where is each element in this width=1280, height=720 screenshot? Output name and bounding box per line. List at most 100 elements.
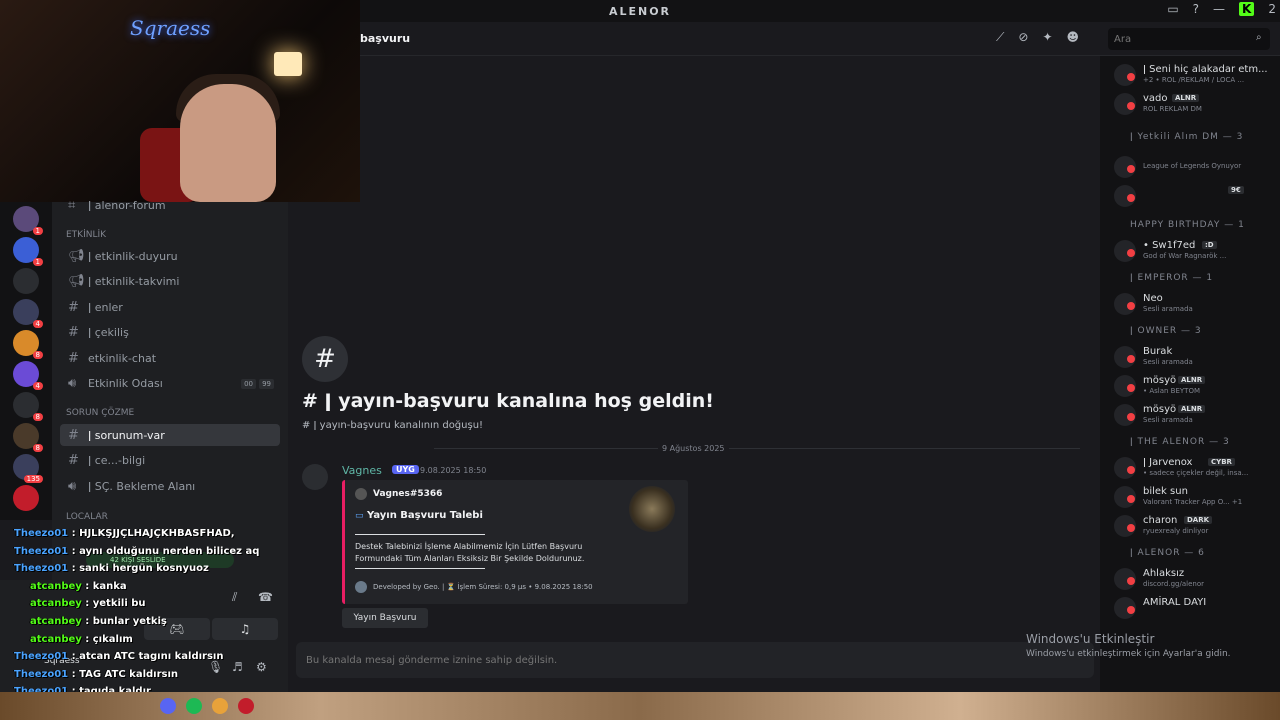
help-icon[interactable]: ? [1193,2,1199,16]
chat-message: Theezo01 : sanki hergün kosnyuoz [14,563,209,578]
channel-item[interactable]: # ǀ ce...-bilgi [60,450,280,472]
member-name: mösyö [1143,404,1177,415]
member-item[interactable]: Neo Sesli aramada [1114,293,1276,317]
channel-label: ǀ alenor-forum [88,198,166,212]
streamer-face [180,84,276,202]
main-content: başvuru ⟋ ⊘ ✦ ☻ ⌕ # # ǀ yayın-başvuru ka… [288,22,1280,692]
message-embed: Vagnes#5366 ▭ Yayın Başvuru Talebi Deste… [342,480,688,604]
unread-badge: 4 [32,382,43,390]
member-item[interactable]: 9€ [1114,185,1276,209]
channel-forum[interactable]: ⌗ ǀ alenor-forum [60,194,280,216]
category-etkinlik[interactable]: ETKİNLİK [66,230,106,240]
kick-logo-icon: K [1239,2,1255,16]
chat-message: Theezo01 : atcan ATC tagını kaldırsın [14,651,223,666]
member-name: charon [1143,515,1178,526]
channel-label: ǀ etkinlik-duyuru [88,249,178,263]
server-icon[interactable]: 4 [13,299,43,328]
member-item[interactable]: mösyö ALNR • Aslan BEYTOM [1114,375,1276,399]
member-item[interactable]: bilek sun Valorant Tracker App O... +1 [1114,486,1276,510]
member-item[interactable]: League of Legends Oynuyor [1114,156,1276,180]
member-item[interactable]: ǀ Seni hiç alakadar etm... +2 • ROL /REKL… [1114,64,1276,88]
embed-footer: Developed by Geo. | ⏳ İşlem Süresi: 0,9 … [373,583,593,591]
member-item[interactable]: • Sw1f7ed:D God of War Ragnarök ... [1114,240,1276,264]
app-icon[interactable] [160,698,176,714]
channel-header: başvuru ⟋ ⊘ ✦ ☻ ⌕ [288,22,1280,56]
server-icon[interactable]: 8 [13,423,43,452]
server-icon[interactable]: 4 [13,361,43,390]
unread-badge: 8 [32,351,43,359]
member-item[interactable]: vado ALNR ROL REKLAM DM [1114,93,1276,117]
hash-icon: # [68,350,79,366]
windows-activation-title: Windows'u Etkinleştir [1026,632,1155,646]
channel-hash-icon: # [302,336,348,382]
channel-item[interactable]: 🔊︎ ǀ SÇ. Bekleme Alanı [60,475,280,497]
search-icon[interactable]: ⌕ [1256,32,1262,43]
status-dot [1127,102,1135,110]
member-item[interactable]: charon DARK ryuexrealy dinliyor [1114,515,1276,539]
member-category: HAPPY BIRTHDAY — 1 [1130,220,1245,230]
member-tag: :D [1202,241,1217,249]
voice-count: 99 [259,378,274,389]
titlebar-controls: ▭ ? — K 2 [1167,2,1276,16]
chat-text: : kanka [81,580,127,592]
channel-label: Etkinlik Odası [88,377,163,390]
member-name: bilek sun [1143,486,1188,497]
member-tag: ALNR [1178,405,1206,413]
channel-item[interactable]: # ǀ enler [60,296,280,318]
status-dot [1127,355,1135,363]
app-badge: UYG [392,465,419,474]
unread-badge: 1 [32,258,43,266]
status-dot [1127,413,1135,421]
server-icon[interactable] [13,268,39,294]
channel-item[interactable]: 📢︎ ǀ etkinlik-duyuru [60,245,280,267]
chat-text: : atcan ATC tagını kaldırsın [68,651,224,663]
welcome-title: # ǀ yayın-başvuru kanalına hoş geldin! [302,390,714,412]
windows-activation-text: Windows'u etkinleştirmek için Ayarlar'a … [1026,649,1231,659]
app-icon[interactable] [212,698,228,714]
member-activity: ryuexrealy dinliyor [1143,527,1209,535]
server-icon[interactable]: 1 [13,237,43,266]
app-icon[interactable] [238,698,254,714]
hash-icon: # [68,427,79,443]
pin-icon[interactable]: ✦ [1042,30,1052,45]
server-icon[interactable]: 8 [13,330,43,359]
member-item[interactable]: Burak Sesli aramada [1114,346,1276,370]
members-icon[interactable]: ☻ [1067,30,1080,45]
channel-item[interactable]: # etkinlik-chat [60,347,280,369]
channel-item[interactable]: # ǀ sorunum-var [60,424,280,446]
server-icon[interactable]: 1 [13,206,43,235]
channel-item[interactable]: 📢︎ ǀ etkinlik-takvimi [60,271,280,293]
apply-button[interactable]: Yayın Başvuru [342,608,428,628]
avatar[interactable] [302,464,328,490]
server-icon[interactable]: 8 [13,392,43,421]
embed-text-line: Destek Talebinizi İşleme Alabilmemiz İçi… [355,542,583,551]
chat-username: Theezo01 [14,563,69,575]
chat-text: : aynı olduğunu nerden bilicez aq [68,545,260,557]
category-sorun[interactable]: SORUN ÇÖZME [66,408,134,418]
message-author[interactable]: Vagnes [342,464,382,477]
message-composer [296,642,1094,678]
voice-count: 00 [241,378,256,389]
member-tag: 9€ [1228,186,1244,194]
forum-icon: ⌗ [68,197,76,213]
status-dot [1127,577,1135,585]
member-list: ǀ Seni hiç alakadar etm... +2 • ROL /REKL… [1100,56,1280,692]
category-locallar[interactable]: LOCALAR [66,512,108,522]
embed-author-icon [355,488,367,500]
mute-bell-icon[interactable]: ⊘ [1018,30,1028,45]
member-tag: DARK [1184,516,1213,524]
chat-text: : HJLKŞJJÇLHAJÇKHBASFHAD, [68,528,235,539]
inbox-icon[interactable]: ▭ [1167,2,1178,16]
member-item[interactable]: AMİRAL DAYI [1114,597,1276,621]
member-item[interactable]: Ahlaksız discord.gg/alenor [1114,568,1276,592]
server-icon[interactable] [13,485,39,511]
member-item[interactable]: ǀ Jarvenox CYBR • sadece çiçekler değil, i… [1114,457,1276,481]
minimize-icon[interactable]: — [1213,2,1225,16]
threads-icon[interactable]: ⟋ [996,30,1004,45]
app-icon[interactable] [186,698,202,714]
member-item[interactable]: mösyö ALNR Sesli aramada [1114,404,1276,428]
channel-item[interactable]: 🔊︎ Etkinlik Odası 00 99 [60,373,280,395]
server-icon[interactable]: 135 [13,454,43,483]
search-input[interactable] [1108,28,1270,50]
channel-item[interactable]: # ǀ çekiliş [60,322,280,344]
